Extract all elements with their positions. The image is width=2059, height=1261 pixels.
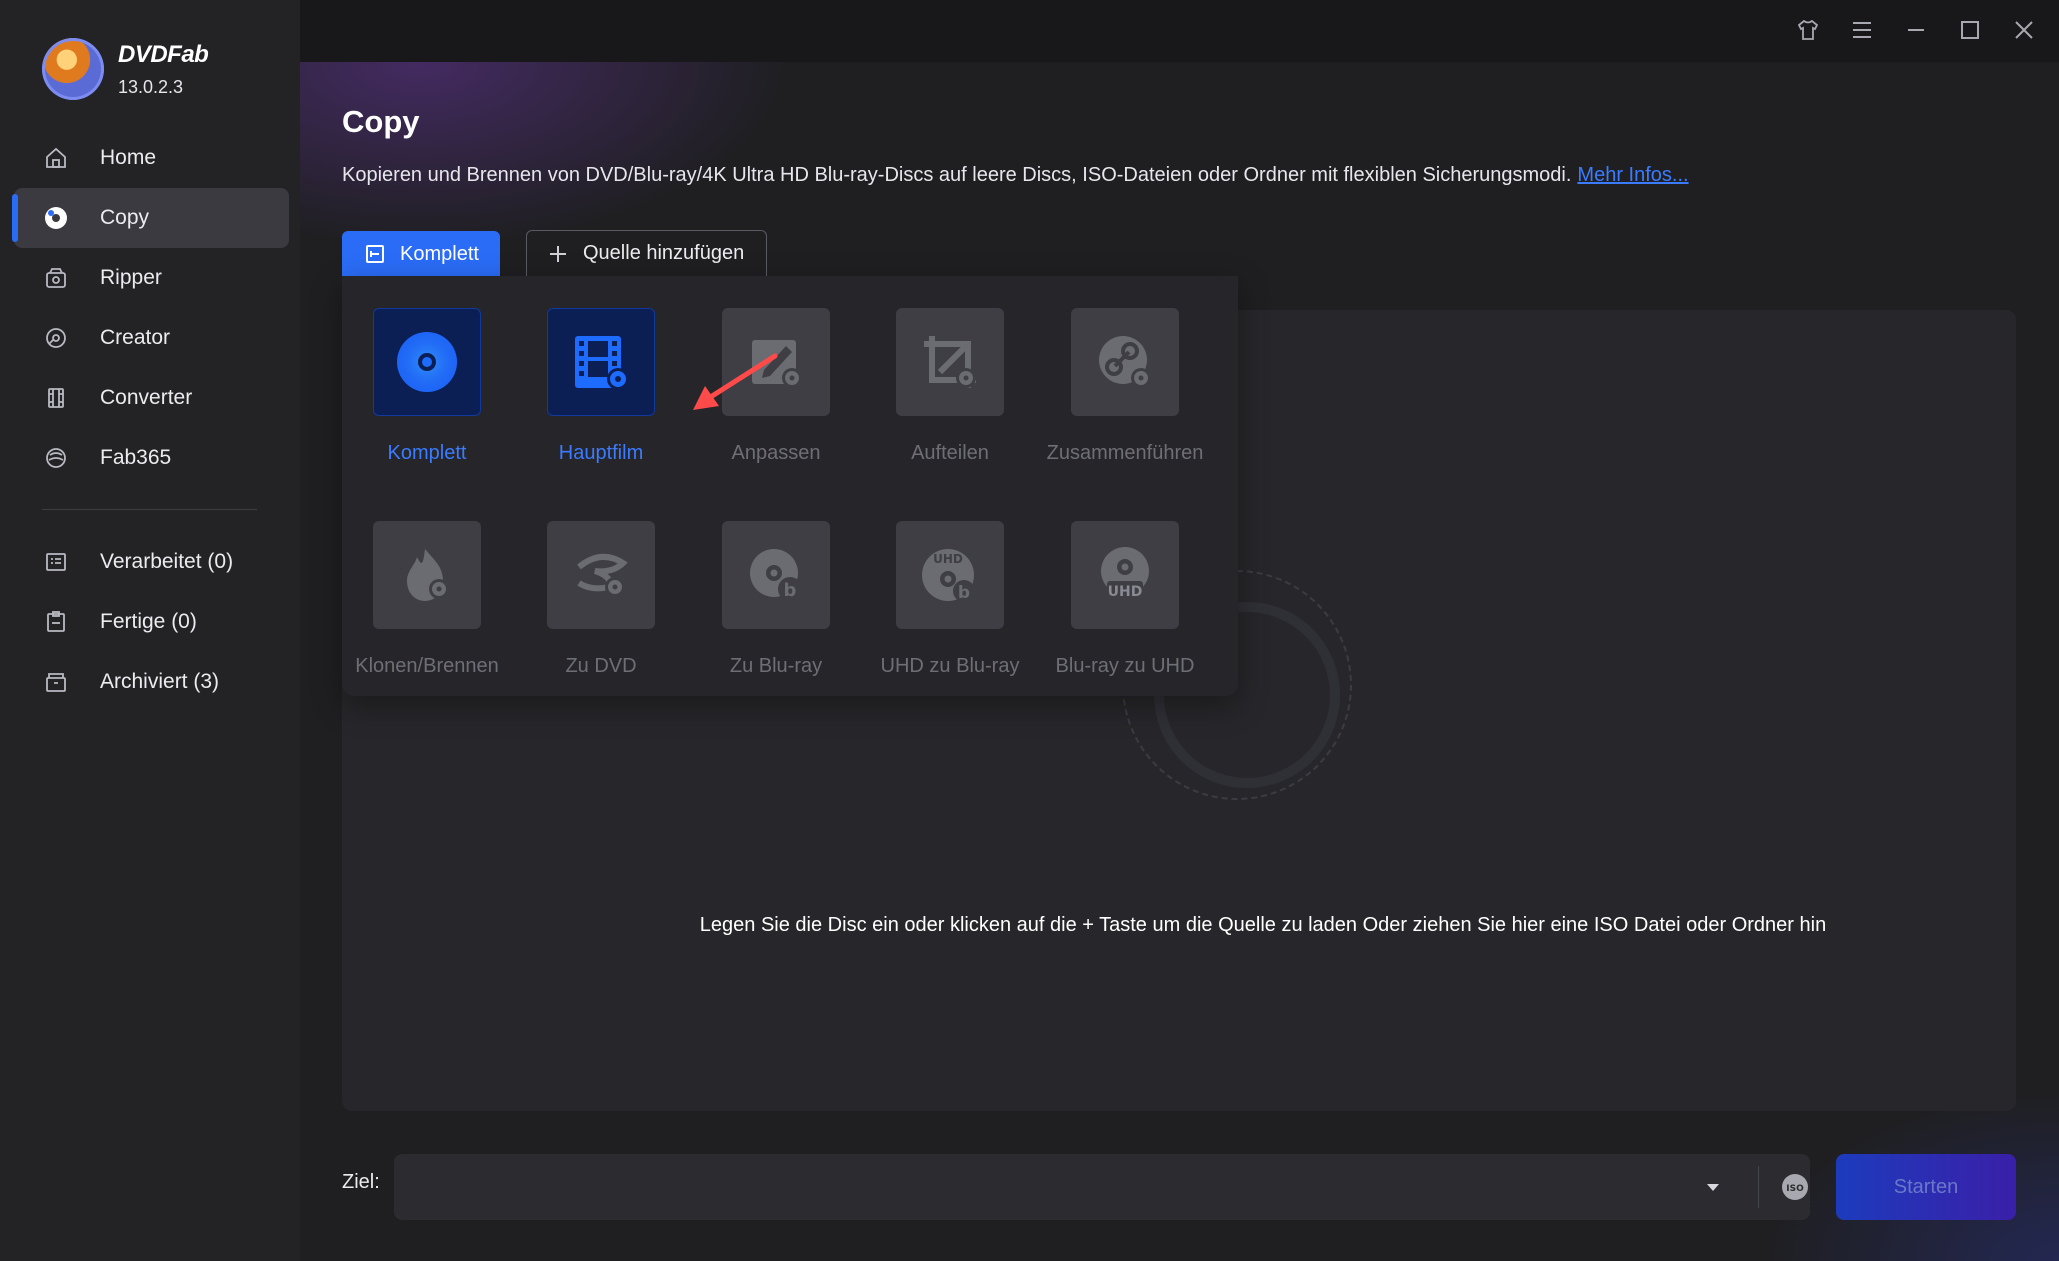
- mode-label: Zusammenführen: [1046, 442, 1204, 464]
- chevron-down-icon[interactable]: [1704, 1178, 1722, 1201]
- minimize-icon[interactable]: [1900, 14, 1932, 46]
- drop-hint-text: Legen Sie die Disc ein oder klicken auf …: [699, 914, 1827, 936]
- add-source-button[interactable]: Quelle hinzufügen: [526, 230, 767, 276]
- queue-icon: [42, 548, 70, 576]
- converter-icon: [42, 384, 70, 412]
- page-description: Kopieren und Brennen von DVD/Blu-ray/4K …: [342, 164, 1689, 187]
- split-icon: [896, 308, 1004, 416]
- sidebar-item-label: Creator: [100, 326, 171, 349]
- more-info-link[interactable]: Mehr Infos...: [1577, 164, 1688, 186]
- svg-text:UHD: UHD: [933, 552, 963, 566]
- annotation-arrow: [693, 353, 778, 410]
- mode-label: Zu Blu-ray: [729, 655, 823, 677]
- sidebar-item-processing[interactable]: Verarbeitet (0): [14, 532, 289, 592]
- mode-label: Zu DVD: [565, 655, 637, 677]
- clone-burn-icon: [373, 521, 481, 629]
- plus-icon: [547, 243, 569, 265]
- sidebar-item-label: Archiviert (3): [100, 670, 220, 693]
- drop-hint: Legen Sie die Disc ein oder klicken auf …: [342, 914, 2016, 937]
- mode-tile-split[interactable]: Aufteilen: [870, 308, 1030, 465]
- to-dvd-icon: [547, 521, 655, 629]
- mode-tile-clone-burn[interactable]: Klonen/Brennen: [347, 521, 507, 678]
- close-icon[interactable]: [2008, 14, 2040, 46]
- svg-text:b: b: [784, 580, 797, 601]
- ripper-icon: [42, 264, 70, 292]
- merge-icon: [1071, 308, 1179, 416]
- sidebar-item-ripper[interactable]: Ripper: [14, 248, 289, 308]
- mode-label: Anpassen: [731, 442, 821, 464]
- uhd-to-bluray-icon: UHD b: [896, 521, 1004, 629]
- app-version: 13.0.2.3: [118, 76, 184, 97]
- mode-tile-merge[interactable]: Zusammenführen: [1045, 308, 1205, 465]
- mode-label: Blu-ray zu UHD: [1055, 655, 1195, 677]
- sidebar-item-home[interactable]: Home: [14, 128, 289, 188]
- mode-label: Klonen/Brennen: [355, 655, 499, 677]
- full-disc-icon: [373, 308, 481, 416]
- copy-mode-icon: [364, 243, 386, 265]
- mode-tile-main-movie[interactable]: Hauptfilm: [521, 308, 681, 465]
- start-button[interactable]: Starten: [1836, 1154, 2016, 1220]
- svg-text:ISO: ISO: [1786, 1184, 1804, 1194]
- sidebar-item-label: Fab365: [100, 446, 172, 469]
- mode-tile-full-disc[interactable]: Komplett: [347, 308, 507, 465]
- sidebar-item-label: Converter: [100, 386, 193, 409]
- sidebar-item-converter[interactable]: Converter: [14, 368, 289, 428]
- sidebar-item-label: Verarbeitet (0): [100, 550, 234, 573]
- creator-icon: [42, 324, 70, 352]
- sidebar-item-copy[interactable]: Copy: [12, 188, 289, 248]
- mode-label: Komplett: [387, 442, 467, 464]
- home-icon: [42, 144, 70, 172]
- destination-divider: [1758, 1166, 1759, 1208]
- mode-tile-to-dvd[interactable]: Zu DVD: [521, 521, 681, 678]
- mode-tile-to-bluray[interactable]: b Zu Blu-ray: [696, 521, 856, 678]
- app-name: DVDFab: [118, 40, 209, 68]
- sidebar-item-label: Ripper: [100, 266, 162, 289]
- maximize-icon[interactable]: [1954, 14, 1986, 46]
- title-bar: [300, 0, 2059, 62]
- mode-label: Aufteilen: [911, 442, 989, 464]
- mode-tile-uhd-to-bluray[interactable]: UHD b UHD zu Blu-ray: [870, 521, 1030, 678]
- description-text: Kopieren und Brennen von DVD/Blu-ray/4K …: [342, 164, 1572, 186]
- destination-label: Ziel:: [342, 1171, 380, 1193]
- task-nav: Verarbeitet (0) Fertige (0) Archiviert (…: [14, 532, 289, 712]
- fab365-icon: [42, 444, 70, 472]
- mode-tile-bluray-to-uhd[interactable]: UHD Blu-ray zu UHD: [1045, 521, 1205, 678]
- destination-select[interactable]: ISO: [394, 1154, 1868, 1220]
- app-logo: [42, 38, 104, 100]
- sidebar: DVDFab 13.0.2.3 Home Copy Ripper Creator…: [0, 0, 300, 1261]
- copy-disc-icon: [42, 204, 70, 232]
- sidebar-item-fab365[interactable]: Fab365: [14, 428, 289, 488]
- sidebar-item-archived[interactable]: Archiviert (3): [14, 652, 289, 712]
- bluray-to-uhd-icon: UHD: [1071, 521, 1179, 629]
- brand: DVDFab 13.0.2.3: [42, 38, 209, 100]
- sidebar-item-finished[interactable]: Fertige (0): [14, 592, 289, 652]
- mode-label: Hauptfilm: [558, 442, 644, 464]
- main-movie-icon: [547, 308, 655, 416]
- menu-icon[interactable]: [1846, 14, 1878, 46]
- add-source-label: Quelle hinzufügen: [583, 242, 745, 264]
- copy-mode-panel: Komplett Hauptfilm Anpassen Aufteilen Zu: [342, 276, 1238, 696]
- iso-icon[interactable]: ISO: [1780, 1172, 1810, 1207]
- shirt-icon[interactable]: [1792, 14, 1824, 46]
- clipboard-icon: [42, 608, 70, 636]
- main-content: Copy Kopieren und Brennen von DVD/Blu-ra…: [300, 62, 2059, 1261]
- sidebar-item-label: Fertige (0): [100, 610, 197, 633]
- page-title: Copy: [342, 104, 420, 139]
- copy-mode-button[interactable]: Komplett: [342, 231, 500, 277]
- sidebar-item-creator[interactable]: Creator: [14, 308, 289, 368]
- main-nav: Home Copy Ripper Creator Converter Fab36…: [12, 128, 289, 488]
- svg-text:b: b: [958, 583, 970, 603]
- sidebar-item-label: Home: [100, 146, 157, 169]
- archive-icon: [42, 668, 70, 696]
- copy-mode-label: Komplett: [400, 242, 479, 265]
- svg-text:UHD: UHD: [1108, 584, 1143, 600]
- sidebar-item-label: Copy: [100, 206, 150, 229]
- sidebar-divider: [42, 509, 257, 510]
- mode-label: UHD zu Blu-ray: [880, 655, 1020, 677]
- to-bluray-icon: b: [722, 521, 830, 629]
